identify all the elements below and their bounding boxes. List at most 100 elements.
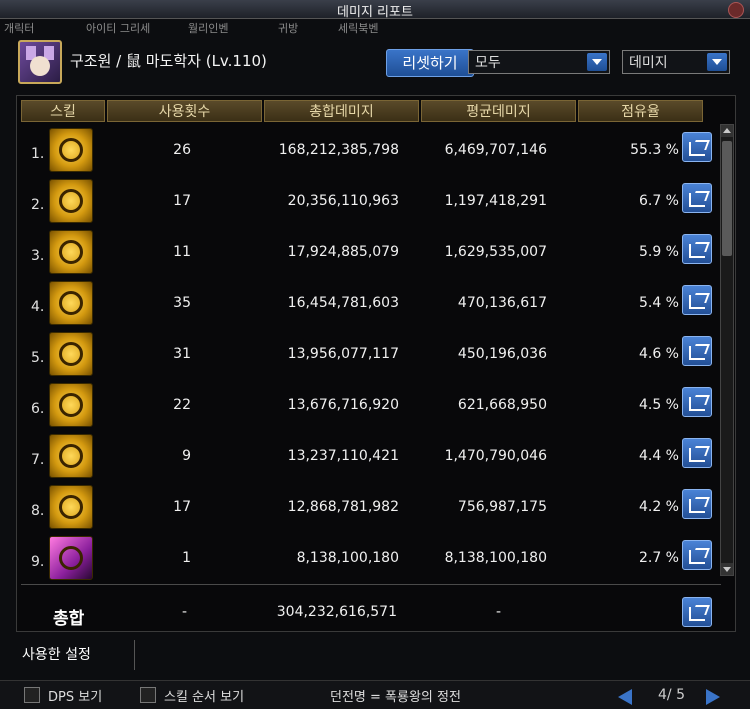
- row-total-damage: 13,237,110,421: [287, 448, 399, 464]
- table-row: 2. 17 20,356,110,963 1,197,418,291 6.7 %: [17, 175, 717, 225]
- row-uses: 22: [173, 397, 191, 413]
- row-average-damage: 621,668,950: [457, 397, 547, 413]
- avatar-face-icon: [30, 56, 50, 76]
- purple-skill-icon: [49, 536, 93, 580]
- row-total-damage: 17,924,885,079: [287, 244, 399, 260]
- pumpkin-skill-icon: [49, 281, 93, 325]
- column-header-uses: 사용횟수: [107, 100, 262, 122]
- row-rank: 5.: [31, 350, 45, 366]
- share-button[interactable]: [682, 489, 712, 519]
- row-share: 5.4 %: [638, 295, 679, 311]
- reset-button[interactable]: 리셋하기: [386, 49, 474, 77]
- total-uses: -: [181, 604, 187, 620]
- row-average-damage: 1,197,418,291: [444, 193, 547, 209]
- row-uses: 11: [173, 244, 191, 260]
- row-rank: 8.: [31, 503, 45, 519]
- bg-tab: 귀방: [278, 22, 299, 35]
- row-uses: 31: [173, 346, 191, 362]
- row-share: 4.5 %: [638, 397, 679, 413]
- row-total-damage: 8,138,100,180: [296, 550, 399, 566]
- sack-skill-icon: [49, 485, 93, 529]
- prev-page-icon[interactable]: [618, 689, 632, 705]
- row-share: 5.9 %: [638, 244, 679, 260]
- row-total-damage: 13,956,077,117: [287, 346, 399, 362]
- row-average-damage: 1,470,790,046: [444, 448, 547, 464]
- row-rank: 6.: [31, 401, 45, 417]
- table-row: 5. 31 13,956,077,117 450,196,036 4.6 %: [17, 328, 717, 378]
- column-header-share: 점유율: [578, 100, 703, 122]
- skill-order-label: 스킬 순서 보기: [164, 690, 245, 705]
- bg-tab: 월리인벤: [188, 22, 229, 35]
- row-total-damage: 12,868,781,982: [287, 499, 399, 515]
- used-settings-button[interactable]: 사용한 설정: [18, 640, 135, 670]
- skill-glyph-icon: [59, 240, 83, 264]
- share-button[interactable]: [682, 540, 712, 570]
- row-rank: 9.: [31, 554, 45, 570]
- row-average-damage: 6,469,707,146: [444, 142, 547, 158]
- share-button[interactable]: [682, 234, 712, 264]
- row-uses: 35: [173, 295, 191, 311]
- next-page-icon[interactable]: [706, 689, 720, 705]
- row-share: 6.7 %: [638, 193, 679, 209]
- swirl-skill-icon: [49, 128, 93, 172]
- row-share: 2.7 %: [638, 550, 679, 566]
- row-rank: 1.: [31, 146, 45, 162]
- row-average-damage: 756,987,175: [457, 499, 547, 515]
- skill-glyph-icon: [59, 393, 83, 417]
- chevron-down-icon[interactable]: [707, 53, 727, 71]
- row-total-damage: 16,454,781,603: [287, 295, 399, 311]
- row-uses: 17: [173, 499, 191, 515]
- skill-glyph-icon: [59, 138, 83, 162]
- row-rank: 2.: [31, 197, 45, 213]
- share-button[interactable]: [682, 132, 712, 162]
- type-select-value: 데미지: [629, 55, 668, 71]
- scroll-down-icon[interactable]: [721, 563, 733, 575]
- row-rank: 3.: [31, 248, 45, 264]
- table-header: 스킬 사용횟수 총합데미지 평균데미지 점유율: [21, 100, 703, 122]
- total-damage: 304,232,616,571: [276, 604, 397, 620]
- row-average-damage: 8,138,100,180: [444, 550, 547, 566]
- scroll-up-icon[interactable]: [721, 125, 733, 137]
- total-share-button[interactable]: [682, 597, 712, 627]
- player-name: 구조원 / 鼠 마도학자 (Lv.110): [70, 52, 267, 70]
- filter-select-value: 모두: [475, 55, 501, 71]
- avatar: [18, 40, 62, 84]
- skill-glyph-icon: [59, 189, 83, 213]
- row-total-damage: 13,676,716,920: [287, 397, 399, 413]
- row-average-damage: 450,196,036: [457, 346, 547, 362]
- skill-glyph-icon: [59, 546, 83, 570]
- cauldron-skill-icon: [49, 179, 93, 223]
- share-button[interactable]: [682, 438, 712, 468]
- table-row: 1. 26 168,212,385,798 6,469,707,146 55.3…: [17, 124, 717, 174]
- table-row: 9. 1 8,138,100,180 8,138,100,180 2.7 %: [17, 532, 717, 582]
- column-header-average: 평균데미지: [421, 100, 576, 122]
- bg-tab: 세릭북벤: [338, 22, 379, 35]
- close-icon[interactable]: [728, 2, 744, 18]
- row-rank: 4.: [31, 299, 45, 315]
- row-uses: 17: [173, 193, 191, 209]
- skill-glyph-icon: [59, 291, 83, 315]
- row-total-damage: 20,356,110,963: [287, 193, 399, 209]
- page-indicator: 4/ 5: [658, 687, 685, 703]
- scrollbar[interactable]: [720, 124, 734, 576]
- player-header: 구조원 / 鼠 마도학자 (Lv.110) 리셋하기 모두 데미지: [14, 40, 744, 84]
- share-button[interactable]: [682, 285, 712, 315]
- row-average-damage: 1,629,535,007: [444, 244, 547, 260]
- skill-glyph-icon: [59, 444, 83, 468]
- scroll-thumb[interactable]: [722, 141, 732, 256]
- row-total-damage: 168,212,385,798: [278, 142, 399, 158]
- type-select[interactable]: 데미지: [622, 50, 730, 74]
- total-label: 총합: [53, 609, 85, 629]
- skill-order-checkbox[interactable]: [140, 687, 156, 703]
- table-row: 6. 22 13,676,716,920 621,668,950 4.5 %: [17, 379, 717, 429]
- row-uses: 26: [173, 142, 191, 158]
- dps-checkbox[interactable]: [24, 687, 40, 703]
- window-titlebar: 데미지 리포트: [0, 0, 750, 20]
- share-button[interactable]: [682, 387, 712, 417]
- share-button[interactable]: [682, 336, 712, 366]
- share-button[interactable]: [682, 183, 712, 213]
- bg-tab: 아이티 그리세: [86, 22, 151, 35]
- row-average-damage: 470,136,617: [457, 295, 547, 311]
- chevron-down-icon[interactable]: [587, 53, 607, 71]
- filter-select[interactable]: 모두: [468, 50, 610, 74]
